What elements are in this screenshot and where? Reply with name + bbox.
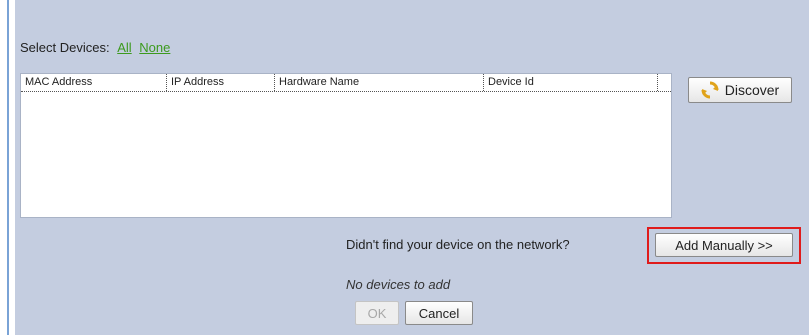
select-devices-row: Select Devices: All None (20, 40, 170, 55)
column-header-hardware-name[interactable]: Hardware Name (275, 74, 484, 91)
table-header: MAC Address IP Address Hardware Name Dev… (21, 74, 671, 92)
left-border (7, 0, 9, 335)
cancel-button[interactable]: Cancel (405, 301, 473, 325)
select-devices-label: Select Devices: (20, 40, 110, 55)
column-header-device-id[interactable]: Device Id (484, 74, 658, 91)
select-none-link[interactable]: None (139, 40, 170, 55)
column-header-ip-address[interactable]: IP Address (167, 74, 275, 91)
select-all-link[interactable]: All (117, 40, 131, 55)
discover-button-label: Discover (724, 82, 780, 98)
device-table[interactable]: MAC Address IP Address Hardware Name Dev… (20, 73, 672, 218)
status-text: No devices to add (346, 277, 451, 292)
column-header-mac-address[interactable]: MAC Address (21, 74, 167, 91)
discover-refresh-icon (701, 81, 719, 99)
add-manually-button[interactable]: Add Manually >> (655, 233, 793, 257)
ok-button[interactable]: OK (355, 301, 399, 325)
discover-button[interactable]: Discover (688, 77, 792, 103)
not-found-text: Didn't find your device on the network? (346, 237, 570, 252)
